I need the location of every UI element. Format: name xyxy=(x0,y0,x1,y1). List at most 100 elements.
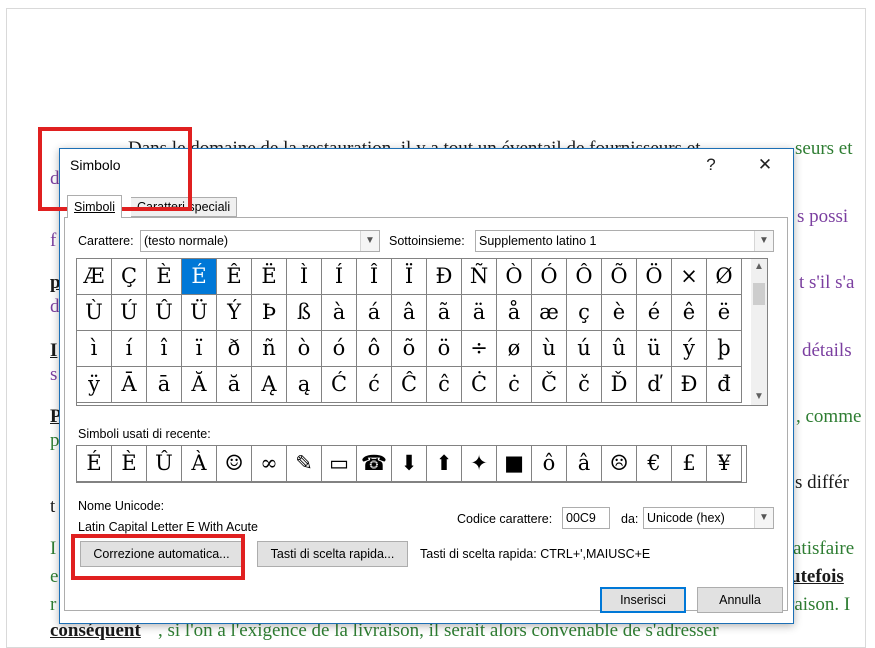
symbol-cell[interactable]: ó xyxy=(322,331,357,367)
recent-symbol-cell[interactable]: ⬇ xyxy=(392,446,427,482)
symbol-cell[interactable]: ą xyxy=(287,367,322,403)
symbol-cell[interactable]: ć xyxy=(357,367,392,403)
symbol-cell[interactable]: ď xyxy=(637,367,672,403)
symbol-cell[interactable]: č xyxy=(567,367,602,403)
symbol-cell[interactable]: È xyxy=(147,259,182,295)
symbol-cell[interactable]: î xyxy=(147,331,182,367)
symbol-cell[interactable]: ă xyxy=(217,367,252,403)
symbol-cell[interactable]: Ă xyxy=(182,367,217,403)
cancel-button[interactable]: Annulla xyxy=(697,587,783,613)
symbol-cell[interactable]: à xyxy=(322,295,357,331)
symbol-cell[interactable]: ß xyxy=(287,295,322,331)
symbol-cell[interactable]: å xyxy=(497,295,532,331)
symbol-cell[interactable]: Ĉ xyxy=(392,367,427,403)
symbol-cell[interactable]: Ó xyxy=(532,259,567,295)
symbol-cell[interactable]: Ü xyxy=(182,295,217,331)
symbol-cell[interactable]: ø xyxy=(497,331,532,367)
symbol-cell[interactable]: Ô xyxy=(567,259,602,295)
symbol-cell[interactable]: ò xyxy=(287,331,322,367)
symbol-cell[interactable]: ë xyxy=(707,295,742,331)
symbol-cell[interactable]: Ą xyxy=(252,367,287,403)
symbol-cell[interactable]: ù xyxy=(532,331,567,367)
symbol-cell[interactable]: õ xyxy=(392,331,427,367)
symbol-cell[interactable]: ĉ xyxy=(427,367,462,403)
symbol-cell[interactable]: ã xyxy=(427,295,462,331)
recent-symbol-cell[interactable]: £ xyxy=(672,446,707,482)
recent-symbol-cell[interactable]: Û xyxy=(147,446,182,482)
symbol-cell[interactable]: Þ xyxy=(252,295,287,331)
symbol-cell[interactable]: Ð xyxy=(427,259,462,295)
symbol-cell[interactable]: ú xyxy=(567,331,602,367)
recent-symbol-cell[interactable]: È xyxy=(112,446,147,482)
recent-symbol-cell[interactable]: ¥ xyxy=(707,446,742,482)
from-select[interactable]: Unicode (hex) ▼ xyxy=(643,507,774,529)
insert-button[interactable]: Inserisci xyxy=(600,587,686,613)
symbol-cell[interactable]: ê xyxy=(672,295,707,331)
symbol-cell[interactable]: í xyxy=(112,331,147,367)
symbol-cell[interactable]: ç xyxy=(567,295,602,331)
symbol-cell[interactable]: × xyxy=(672,259,707,295)
recent-symbol-cell[interactable]: ▭ xyxy=(322,446,357,482)
symbol-cell[interactable]: û xyxy=(602,331,637,367)
recent-symbol-cell[interactable]: É xyxy=(77,446,112,482)
scroll-down-icon[interactable]: ▼ xyxy=(751,389,767,405)
symbol-cell[interactable]: Ñ xyxy=(462,259,497,295)
symbol-cell[interactable]: Ú xyxy=(112,295,147,331)
symbol-cell[interactable]: Ø xyxy=(707,259,742,295)
symbol-cell[interactable]: Ċ xyxy=(462,367,497,403)
symbol-cell[interactable]: ý xyxy=(672,331,707,367)
symbol-cell[interactable]: þ xyxy=(707,331,742,367)
symbol-cell[interactable]: â xyxy=(392,295,427,331)
recent-symbol-cell[interactable]: ☺ xyxy=(217,446,252,482)
symbol-cell[interactable]: Ö xyxy=(637,259,672,295)
recent-symbol-cell[interactable]: ⬆ xyxy=(427,446,462,482)
help-button[interactable]: ? xyxy=(694,152,728,178)
symbol-cell[interactable]: Ù xyxy=(77,295,112,331)
symbol-cell[interactable]: Ò xyxy=(497,259,532,295)
symbol-cell[interactable]: ü xyxy=(637,331,672,367)
symbol-cell[interactable]: Č xyxy=(532,367,567,403)
recent-symbol-cell[interactable]: â xyxy=(567,446,602,482)
symbol-cell[interactable]: ċ xyxy=(497,367,532,403)
symbol-cell[interactable]: ā xyxy=(147,367,182,403)
symbol-cell[interactable]: Õ xyxy=(602,259,637,295)
recent-symbol-cell[interactable]: ô xyxy=(532,446,567,482)
recent-symbol-cell[interactable]: ∞ xyxy=(252,446,287,482)
scroll-thumb[interactable] xyxy=(753,283,765,305)
close-button[interactable]: ✕ xyxy=(748,152,782,178)
symbol-cell[interactable]: Ý xyxy=(217,295,252,331)
recent-symbol-cell[interactable]: ☹ xyxy=(602,446,637,482)
recent-symbol-cell[interactable]: ☎ xyxy=(357,446,392,482)
symbol-cell[interactable]: è xyxy=(602,295,637,331)
recent-symbol-cell[interactable]: € xyxy=(637,446,672,482)
symbol-cell[interactable]: Í xyxy=(322,259,357,295)
symbol-cell[interactable]: ÷ xyxy=(462,331,497,367)
symbol-cell[interactable]: Ê xyxy=(217,259,252,295)
tab-simboli[interactable]: Simboli xyxy=(67,195,122,218)
symbol-cell[interactable]: ï xyxy=(182,331,217,367)
symbol-cell[interactable]: ì xyxy=(77,331,112,367)
symbol-cell[interactable]: ö xyxy=(427,331,462,367)
symbol-cell[interactable]: ñ xyxy=(252,331,287,367)
symbol-cell[interactable]: Ì xyxy=(287,259,322,295)
symbol-cell[interactable]: á xyxy=(357,295,392,331)
char-code-input[interactable]: 00C9 xyxy=(562,507,610,529)
subset-select[interactable]: Supplemento latino 1 ▼ xyxy=(475,230,774,252)
symbol-cell[interactable]: ð xyxy=(217,331,252,367)
symbol-cell[interactable]: É xyxy=(182,259,217,295)
symbol-cell[interactable]: Ï xyxy=(392,259,427,295)
font-select[interactable]: (testo normale) ▼ xyxy=(140,230,380,252)
symbol-cell[interactable]: Ā xyxy=(112,367,147,403)
recent-symbol-cell[interactable]: ■ xyxy=(497,446,532,482)
recent-symbol-cell[interactable]: À xyxy=(182,446,217,482)
symbol-cell[interactable]: é xyxy=(637,295,672,331)
symbol-cell[interactable]: æ xyxy=(532,295,567,331)
symbol-cell[interactable]: ÿ xyxy=(77,367,112,403)
symbol-grid-scrollbar[interactable]: ▲ ▼ xyxy=(751,258,768,406)
symbol-cell[interactable]: Î xyxy=(357,259,392,295)
recent-symbol-cell[interactable]: ✎ xyxy=(287,446,322,482)
symbol-cell[interactable]: Ď xyxy=(602,367,637,403)
symbol-cell[interactable]: Û xyxy=(147,295,182,331)
symbol-cell[interactable]: Ć xyxy=(322,367,357,403)
symbol-cell[interactable]: Ç xyxy=(112,259,147,295)
